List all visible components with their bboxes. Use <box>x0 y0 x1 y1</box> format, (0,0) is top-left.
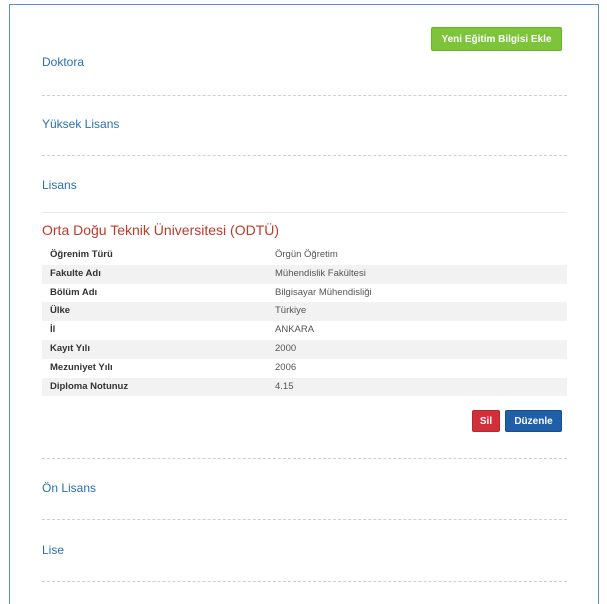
field-label: Bölüm Adı <box>50 286 98 298</box>
delete-button[interactable]: Sil <box>472 410 500 432</box>
field-label: Fakulte Adı <box>42 264 267 284</box>
field-value: Mühendislik Fakültesi <box>267 264 567 284</box>
table-row: İl ANKARA <box>42 321 567 340</box>
section-title-bachelors[interactable]: Lisans <box>42 178 77 192</box>
field-label: Diploma Notunuz <box>42 377 267 397</box>
section-divider <box>42 581 567 582</box>
section-title-high-school[interactable]: Lise <box>42 543 64 557</box>
section-title-doctorate[interactable]: Doktora <box>42 55 84 69</box>
field-label: İl <box>50 324 56 336</box>
field-value: Örgün Öğretim <box>275 249 338 260</box>
edit-button[interactable]: Düzenle <box>505 410 562 432</box>
field-value: 4.15 <box>267 377 567 397</box>
field-label: Ülke <box>42 302 267 322</box>
section-divider <box>42 95 567 96</box>
table-row: Öğrenim Türü Örgün Öğretim <box>42 246 567 265</box>
table-row: Bölüm Adı Bilgisayar Mühendisliği <box>42 284 567 303</box>
field-label: Mezuniyet Yılı <box>50 361 113 373</box>
field-value: 2000 <box>267 339 567 359</box>
section-divider <box>42 155 567 156</box>
field-label: Öğrenim Türü <box>50 249 113 260</box>
section-divider <box>42 212 567 213</box>
education-details-table: Öğrenim Türü Örgün Öğretim Fakulte Adı Mühe… <box>42 246 567 397</box>
section-divider <box>42 519 567 520</box>
school-name: Orta Doğu Teknik Üniversitesi (ODTÜ) <box>42 222 280 238</box>
table-row: Ülke Türkiye <box>42 302 567 322</box>
field-label: Kayıt Yılı <box>42 339 267 359</box>
add-education-button[interactable]: Yeni Eğitim Bilgisi Ekle <box>431 27 562 51</box>
table-row: Kayıt Yılı 2000 <box>42 339 567 359</box>
table-row: Mezuniyet Yılı 2006 <box>42 359 567 378</box>
field-value: 2006 <box>275 361 297 373</box>
section-title-masters[interactable]: Yüksek Lisans <box>42 117 119 131</box>
field-value: Bilgisayar Mühendisliği <box>275 286 372 298</box>
field-value: ANKARA <box>275 324 315 336</box>
table-row: Fakulte Adı Mühendislik Fakültesi <box>42 264 567 284</box>
section-divider <box>42 458 567 459</box>
section-title-associate[interactable]: Ön Lisans <box>42 481 96 495</box>
field-value: Türkiye <box>267 302 567 322</box>
table-row: Diploma Notunuz 4.15 <box>42 377 567 397</box>
